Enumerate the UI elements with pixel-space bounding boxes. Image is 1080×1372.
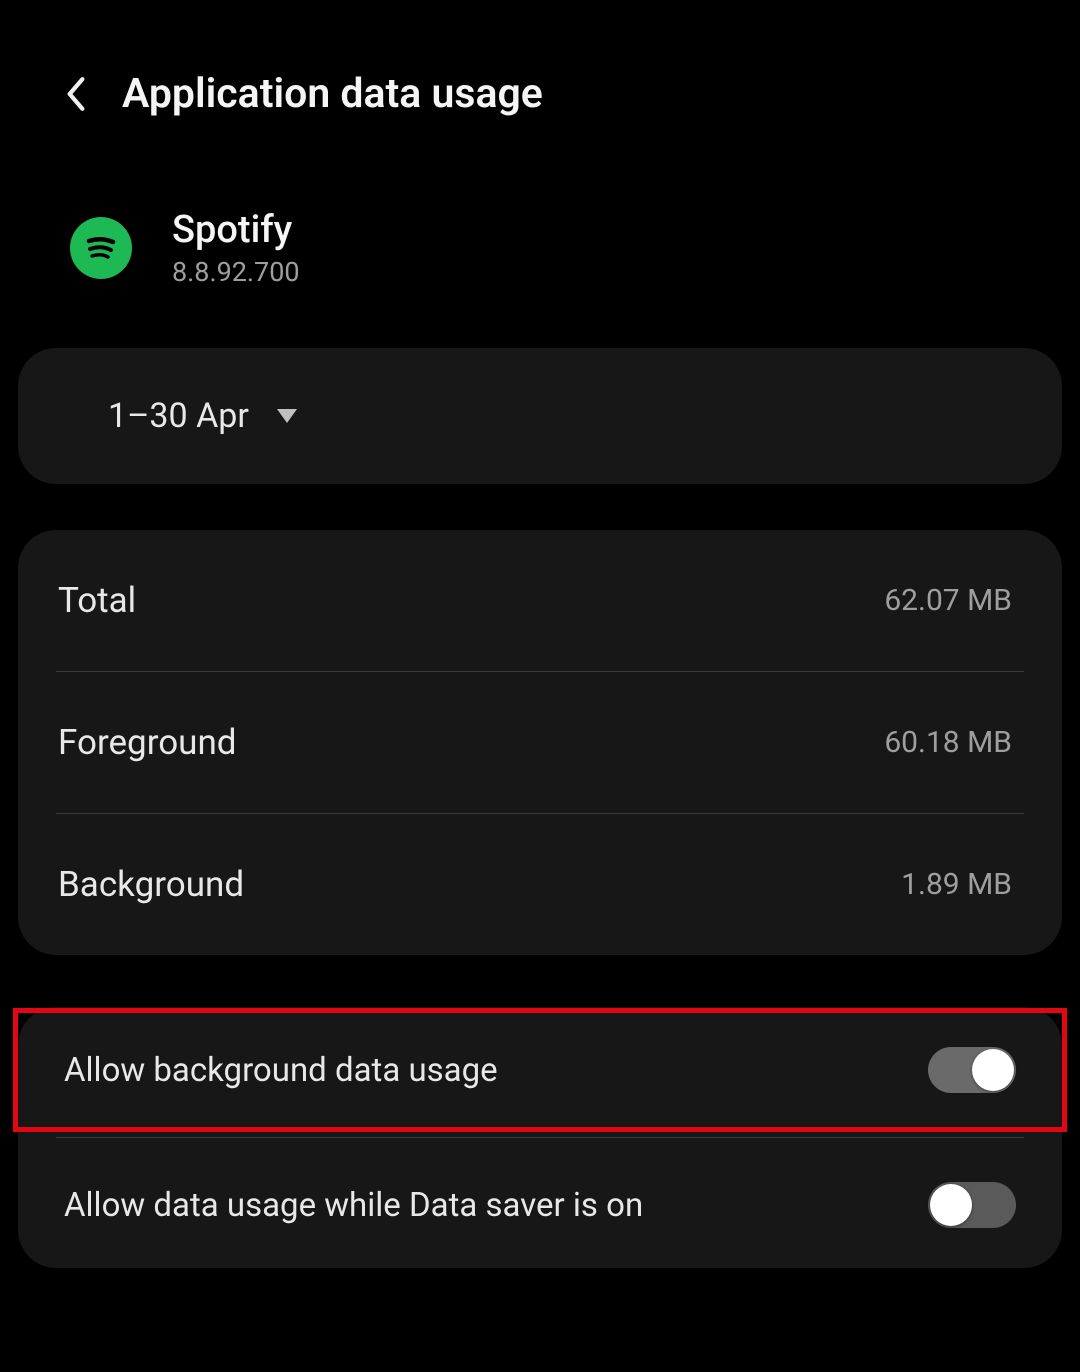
stat-row-foreground: Foreground 60.18 MB xyxy=(18,672,1062,813)
app-info: Spotify 8.8.92.700 xyxy=(0,158,1080,338)
app-details: Spotify 8.8.92.700 xyxy=(172,208,300,288)
spotify-icon xyxy=(70,217,132,279)
stat-value-total: 62.07 MB xyxy=(884,583,1012,618)
page-title: Application data usage xyxy=(122,70,543,118)
toggle-thumb xyxy=(930,1184,972,1226)
usage-stats-card: Total 62.07 MB Foreground 60.18 MB Backg… xyxy=(18,530,1062,955)
header: Application data usage xyxy=(0,0,1080,158)
allow-background-row[interactable]: Allow background data usage xyxy=(13,1008,1067,1132)
stat-label-total: Total xyxy=(58,580,136,621)
chevron-down-icon xyxy=(277,409,297,423)
stat-label-foreground: Foreground xyxy=(58,722,237,763)
allow-background-label: Allow background data usage xyxy=(64,1051,498,1090)
allow-background-toggle[interactable] xyxy=(928,1047,1016,1093)
allow-data-saver-toggle[interactable] xyxy=(928,1182,1016,1228)
app-name: Spotify xyxy=(172,208,300,252)
date-range-card: 1–30 Apr xyxy=(18,348,1062,484)
allow-data-saver-label: Allow data usage while Data saver is on xyxy=(64,1186,643,1225)
divider xyxy=(56,1137,1024,1138)
back-icon[interactable] xyxy=(60,78,92,110)
date-range-selector[interactable]: 1–30 Apr xyxy=(18,348,1062,484)
stat-row-total: Total 62.07 MB xyxy=(18,530,1062,671)
stat-label-background: Background xyxy=(58,864,244,905)
settings-card: Allow background data usage Allow data u… xyxy=(18,1007,1062,1268)
allow-data-saver-row[interactable]: Allow data usage while Data saver is on xyxy=(18,1148,1062,1262)
stat-value-background: 1.89 MB xyxy=(901,867,1012,902)
stat-row-background: Background 1.89 MB xyxy=(18,814,1062,955)
stat-value-foreground: 60.18 MB xyxy=(884,725,1012,760)
toggle-thumb xyxy=(972,1049,1014,1091)
app-version: 8.8.92.700 xyxy=(172,256,300,288)
date-range-label: 1–30 Apr xyxy=(108,396,249,436)
